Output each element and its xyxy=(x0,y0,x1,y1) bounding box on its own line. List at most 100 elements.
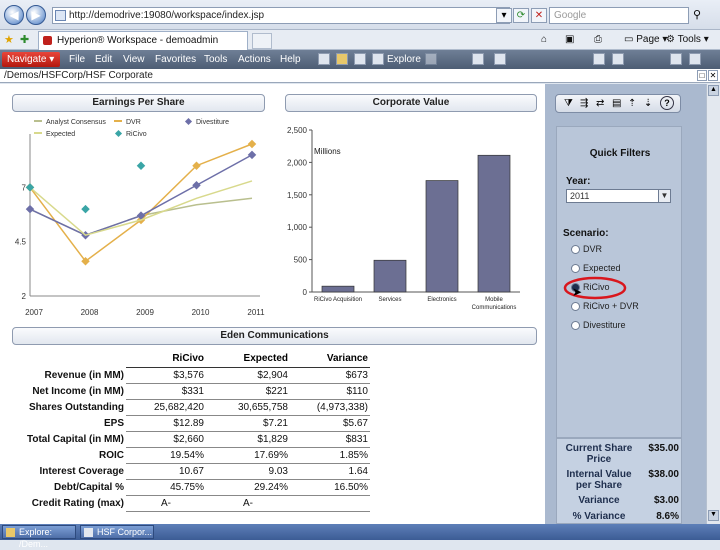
menu-favorites[interactable]: Favorites xyxy=(155,52,196,67)
feeds-icon[interactable]: ▣ xyxy=(565,32,574,48)
taskbar-item-hsf[interactable]: HSF Corpor... xyxy=(80,525,154,539)
eps-y-tick-label: 7 xyxy=(22,183,27,192)
cv-bar xyxy=(321,285,355,293)
add-favorite-icon[interactable]: ✚ xyxy=(20,33,29,46)
taskbar-label: Explore: /Dem... xyxy=(19,527,53,549)
legend-label: RiCivo xyxy=(126,131,147,138)
table-cell: $2,904 xyxy=(206,367,290,384)
forward-button[interactable]: ▶ xyxy=(26,5,46,25)
browser-tab-workspace[interactable]: Hyperion® Workspace - demoadmin xyxy=(38,31,248,50)
table-cell: 1.64 xyxy=(290,463,370,480)
filter-icon[interactable]: ⧩ xyxy=(564,98,573,109)
open-folder-icon[interactable] xyxy=(336,53,348,65)
refresh-icon[interactable]: ⟳ xyxy=(513,8,529,23)
explore-label[interactable]: Explore xyxy=(387,52,421,67)
menu-tools[interactable]: Tools xyxy=(204,52,227,67)
refresh-toolbar-icon[interactable] xyxy=(593,53,605,65)
table-cell: $2,660 xyxy=(126,431,206,448)
restore-icon[interactable]: □ xyxy=(697,70,707,81)
url-input[interactable]: http://demodrive:19080/workspace/index.j… xyxy=(52,7,510,24)
edit-toolbar-icon[interactable] xyxy=(425,53,437,65)
url-dropdown-button[interactable]: ▾ xyxy=(496,8,512,23)
legend-swatch xyxy=(114,129,123,138)
settings-toolbar-icon[interactable] xyxy=(612,53,624,65)
drill-icon[interactable]: ⇶ xyxy=(580,98,588,109)
table-cell: 10.67 xyxy=(126,463,206,480)
eps-x-tick-label: 2008 xyxy=(81,308,99,317)
table-row: Revenue (in MM) $3,576 $2,904 $673 xyxy=(14,367,370,384)
hyperion-logo-icon xyxy=(43,36,52,45)
price-value: 8.6% xyxy=(656,511,679,522)
print-icon[interactable]: ⎙ xyxy=(594,32,602,48)
new-document-icon[interactable] xyxy=(318,53,330,65)
new-tab-button[interactable] xyxy=(252,33,272,49)
table-cell: 19.54% xyxy=(126,447,206,464)
row-label: EPS xyxy=(103,417,124,429)
table-cell: 29.24% xyxy=(206,479,290,496)
explore-icon[interactable] xyxy=(372,53,384,65)
scroll-down-icon[interactable]: ▼ xyxy=(708,510,719,521)
page-menu[interactable]: ▭ Page ▾ xyxy=(624,32,667,48)
chevron-down-icon[interactable]: ▼ xyxy=(658,190,670,202)
price-label: % Variance xyxy=(572,511,626,522)
table-cell: $5.67 xyxy=(290,415,370,432)
table-cell: $1,829 xyxy=(206,431,290,448)
home-icon[interactable]: ⌂ xyxy=(541,32,547,48)
print-toolbar-icon[interactable] xyxy=(670,53,682,65)
page-favicon-icon xyxy=(55,10,66,21)
taskbar-item-explore[interactable]: Explore: /Dem... xyxy=(2,525,76,549)
document-path-bar: /Demos/HSFCorp/HSF Corporate xyxy=(0,69,720,83)
cv-bar xyxy=(373,259,407,293)
radio-button[interactable] xyxy=(571,302,580,311)
search-icon[interactable]: ⚲ xyxy=(693,8,701,21)
row-label: ROIC xyxy=(99,449,124,461)
sort-ascending-icon[interactable]: ⇡ xyxy=(628,98,636,109)
table-row: Debt/Capital % 45.75% 29.24% 16.50% xyxy=(14,479,370,496)
layout-toolbar-icon[interactable] xyxy=(689,53,701,65)
table-cell xyxy=(290,495,370,512)
back-arrow-icon: ◀ xyxy=(9,8,19,22)
table-row: ROIC 19.54% 17.69% 1.85% xyxy=(14,447,370,464)
stop-icon[interactable]: ✕ xyxy=(531,8,547,23)
vertical-scrollbar[interactable]: ▲ ▼ xyxy=(706,84,720,524)
menu-help[interactable]: Help xyxy=(280,52,301,67)
favorites-star-icon[interactable]: ★ xyxy=(4,33,14,46)
table-row: Interest Coverage 10.67 9.03 1.64 xyxy=(14,463,370,480)
radio-button[interactable] xyxy=(571,264,580,273)
radio-button[interactable] xyxy=(571,245,580,254)
year-select[interactable]: 2011 ▼ xyxy=(566,189,671,203)
table-cell: 1.85% xyxy=(290,447,370,464)
cv-y-tick-label: 2,500 xyxy=(287,126,308,135)
navigate-button[interactable]: Navigate ▾ xyxy=(2,52,60,67)
year-label: Year: xyxy=(566,176,591,187)
help-icon[interactable]: ? xyxy=(660,96,674,110)
close-document-icon[interactable]: ✕ xyxy=(708,70,718,81)
table-icon[interactable]: ▤ xyxy=(612,98,621,109)
menu-actions[interactable]: Actions xyxy=(238,52,271,67)
cv-bar xyxy=(477,154,511,293)
search-input[interactable]: Google xyxy=(549,7,689,24)
table-row: EPS $12.89 $7.21 $5.67 xyxy=(14,415,370,432)
eps-data-point xyxy=(247,139,257,149)
cv-y-tick-label: 500 xyxy=(294,256,308,265)
legend-swatch xyxy=(184,117,193,126)
legend-label: Divestiture xyxy=(196,119,229,126)
menu-view[interactable]: View xyxy=(123,52,145,67)
tools-menu[interactable]: ⚙ Tools ▾ xyxy=(666,32,709,48)
sort-descending-icon[interactable]: ⇣ xyxy=(644,98,652,109)
menu-edit[interactable]: Edit xyxy=(95,52,112,67)
document-toolbar-icon[interactable] xyxy=(494,53,506,65)
row-label: Net Income (in MM) xyxy=(32,385,124,397)
price-value: $38.00 xyxy=(648,469,679,480)
tab-title: Hyperion® Workspace - demoadmin xyxy=(57,35,219,46)
eps-x-tick-label: 2010 xyxy=(192,308,210,317)
radio-button[interactable] xyxy=(571,321,580,330)
grid-toolbar-icon[interactable] xyxy=(472,53,484,65)
back-button[interactable]: ◀ xyxy=(4,5,24,25)
eps-x-tick-label: 2007 xyxy=(25,308,43,317)
page-menu-label: Page xyxy=(636,34,660,45)
scroll-up-icon[interactable]: ▲ xyxy=(708,85,719,96)
pivot-icon[interactable]: ⇄ xyxy=(596,98,604,109)
menu-file[interactable]: File xyxy=(69,52,85,67)
home-toolbar-icon[interactable] xyxy=(354,53,366,65)
